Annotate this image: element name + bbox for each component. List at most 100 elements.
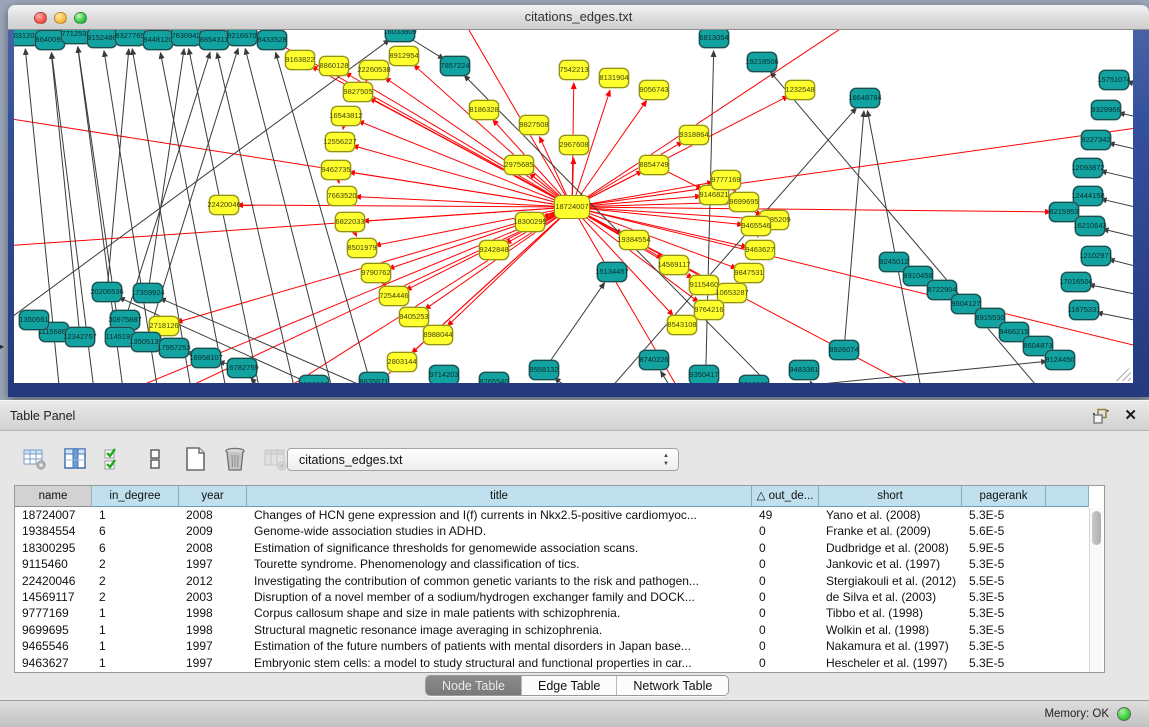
node[interactable]: 16033809 [385,30,415,42]
edge[interactable] [574,108,856,383]
node[interactable]: 7630942 [171,30,201,46]
selected-node[interactable]: 8854749 [639,155,669,175]
selected-edge[interactable] [572,96,788,207]
cell-year[interactable]: 2008 [179,540,247,556]
node[interactable]: 15134457 [597,262,627,282]
cell-title[interactable]: Investigating the contribution of common… [247,573,752,589]
table-row[interactable]: 2242004622012Investigating the contribut… [15,573,1089,589]
node[interactable]: 17359924 [133,283,163,303]
edge[interactable] [276,52,384,383]
node[interactable]: 8327765 [115,30,145,46]
node[interactable]: 8433528 [257,30,287,50]
cell-pagerank[interactable]: 5.3E-5 [962,638,1046,654]
cell-name[interactable]: 9115460 [15,556,92,572]
node[interactable]: 7857224 [440,56,470,76]
cell-title[interactable]: Structural magnetic resonance image aver… [247,622,752,638]
cell-pagerank[interactable]: 5.3E-5 [962,655,1046,671]
selected-node[interactable]: 9764216 [694,300,724,320]
float-panel-icon[interactable] [1092,408,1109,425]
cell-title[interactable]: Estimation of the future numbers of pati… [247,638,752,654]
cell-short[interactable]: Stergiakouli et al. (2012) [819,573,962,589]
cell-out_de[interactable]: 0 [752,556,819,572]
cell-out_de[interactable]: 0 [752,605,819,621]
node[interactable]: 9483361 [789,360,819,380]
cell-in_degree[interactable]: 2 [92,573,179,589]
cell-year[interactable]: 1998 [179,622,247,638]
node[interactable]: 12102971 [1081,246,1111,266]
hub-node[interactable]: 18724007 [554,195,590,219]
cell-in_degree[interactable]: 2 [92,589,179,605]
node[interactable]: 9227342 [1081,130,1111,150]
edge[interactable] [554,378,664,383]
edge[interactable] [1097,313,1133,328]
selected-node[interactable]: 12556227 [325,132,355,152]
column-header-in_degree[interactable]: in_degree [92,486,179,507]
node[interactable]: 9448120 [143,30,173,50]
cell-title[interactable]: Embryonic stem cells: a model to study s… [247,655,752,671]
selected-node[interactable]: 9318864 [679,125,709,145]
selected-node[interactable]: 22260538 [359,60,389,80]
cell-in_degree[interactable]: 1 [92,507,179,523]
table-row[interactable]: 1872400712008Changes of HCN gene express… [15,507,1089,523]
node[interactable]: 9523308 [299,375,329,383]
node[interactable]: 8740226 [639,350,669,370]
node[interactable]: 8854311 [199,30,229,50]
cell-title[interactable]: Estimation of significance thresholds fo… [247,540,752,556]
selected-node[interactable]: 2967608 [559,135,589,155]
node[interactable]: 16958107 [191,348,221,368]
edge[interactable] [107,49,129,292]
cell-title[interactable]: Disruption of a novel member of a sodium… [247,589,752,605]
cell-year[interactable]: 1998 [179,605,247,621]
selected-node[interactable]: 8186328 [469,100,499,120]
cell-pagerank[interactable]: 5.3E-5 [962,622,1046,638]
cell-in_degree[interactable]: 1 [92,622,179,638]
node[interactable]: 16782759 [227,358,257,378]
cell-short[interactable]: Tibbo et al. (1998) [819,605,962,621]
table-row[interactable]: 911546021997Tourette syndrome. Phenomeno… [15,556,1089,572]
selected-node[interactable]: 22420046 [209,195,239,215]
node[interactable]: 17016504 [1061,272,1091,292]
node[interactable]: 6813054 [699,30,729,48]
edge[interactable] [217,53,304,383]
cell-out_de[interactable]: 0 [752,573,819,589]
column-header-year[interactable]: year [179,486,247,507]
cell-in_degree[interactable]: 1 [92,655,179,671]
table-row[interactable]: 1456911722003Disruption of a novel membe… [15,589,1089,605]
selected-node[interactable]: 9847531 [734,263,764,283]
selected-edge[interactable] [174,207,572,383]
selected-node[interactable]: 1232548 [785,80,815,100]
node[interactable]: 12444158 [1073,186,1103,206]
selected-node[interactable]: 7542213 [559,60,589,80]
cell-year[interactable]: 2008 [179,507,247,523]
row-height-icon[interactable] [142,446,168,472]
cell-in_degree[interactable]: 6 [92,523,179,539]
tab-network-table[interactable]: Network Table [617,676,728,695]
cell-short[interactable]: Wolkin et al. (1998) [819,622,962,638]
cell-in_degree[interactable]: 6 [92,540,179,556]
column-header-title[interactable]: title [247,486,752,507]
cell-pagerank[interactable]: 5.3E-5 [962,589,1046,605]
selected-node[interactable]: 9827508 [519,115,549,135]
cell-in_degree[interactable]: 1 [92,605,179,621]
node[interactable]: 16210643 [1075,216,1105,236]
selected-node[interactable]: 2803144 [387,352,417,372]
column-header-out_de[interactable]: △ out_de... [752,486,819,507]
selected-node[interactable]: 8860128 [319,56,349,76]
delete-table-icon[interactable] [262,446,288,472]
cell-short[interactable]: Hescheler et al. (1997) [819,655,962,671]
cell-year[interactable]: 1997 [179,638,247,654]
network-canvas[interactable]: 18724007 222605389827505 16543812 12556227 9… [14,30,1133,383]
table-row[interactable]: 1830029562008Estimation of significance … [15,540,1089,556]
window-titlebar[interactable]: citations_edges.txt [8,5,1149,30]
close-panel-icon[interactable]: ✕ [1124,406,1137,424]
edge[interactable] [51,53,80,337]
cell-name[interactable]: 14569117 [15,589,92,605]
cell-short[interactable]: Jankovic et al. (1997) [819,556,962,572]
tab-node-table[interactable]: Node Table [426,676,522,695]
selected-node[interactable]: 8912954 [389,46,419,66]
selected-node[interactable]: 16543812 [331,106,361,126]
column-visibility-icon[interactable] [62,446,88,472]
selected-node[interactable]: 9827505 [343,82,373,102]
selected-node[interactable]: 6822033 [335,212,365,232]
selected-node[interactable]: 8131904 [599,68,629,88]
